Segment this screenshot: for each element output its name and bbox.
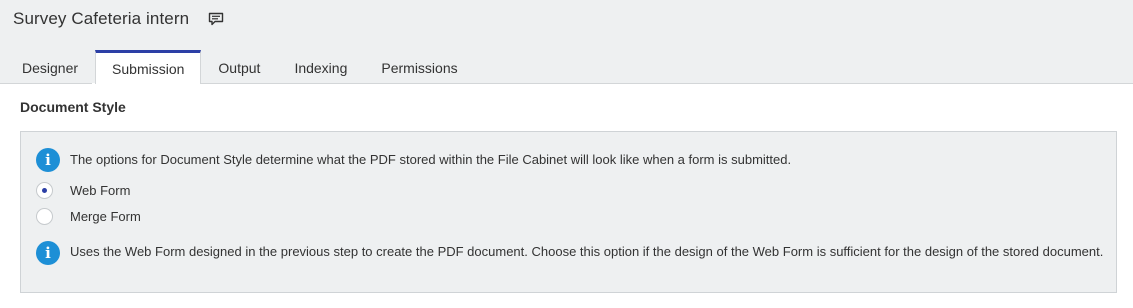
- section-heading: Document Style: [20, 99, 126, 115]
- radio-merge-form[interactable]: [36, 208, 53, 225]
- title-row: Survey Cafeteria intern: [13, 8, 225, 30]
- radio-label-web-form[interactable]: Web Form: [70, 183, 130, 198]
- radio-label-merge-form[interactable]: Merge Form: [70, 209, 141, 224]
- tab-permissions[interactable]: Permissions: [364, 50, 474, 83]
- tab-designer[interactable]: Designer: [5, 50, 95, 83]
- tab-submission[interactable]: Submission: [95, 50, 202, 84]
- info-icon: i: [36, 148, 60, 172]
- info-message-bottom: i Uses the Web Form designed in the prev…: [36, 241, 1106, 265]
- tab-output[interactable]: Output: [201, 50, 277, 83]
- radio-selected-dot: [42, 188, 47, 193]
- info-icon: i: [36, 241, 60, 265]
- radio-web-form[interactable]: [36, 182, 53, 199]
- info-message-top: i The options for Document Style determi…: [36, 148, 791, 172]
- page-title: Survey Cafeteria intern: [13, 9, 190, 28]
- info-text-top: The options for Document Style determine…: [70, 152, 792, 167]
- option-merge-form[interactable]: Merge Form: [36, 208, 141, 225]
- document-style-panel: i The options for Document Style determi…: [20, 131, 1117, 293]
- info-text-bottom: Uses the Web Form designed in the previo…: [70, 244, 1104, 259]
- tab-bar: Designer Submission Output Indexing Perm…: [5, 50, 475, 84]
- option-web-form[interactable]: Web Form: [36, 182, 130, 199]
- comment-icon[interactable]: [207, 11, 225, 27]
- tab-indexing[interactable]: Indexing: [277, 50, 364, 83]
